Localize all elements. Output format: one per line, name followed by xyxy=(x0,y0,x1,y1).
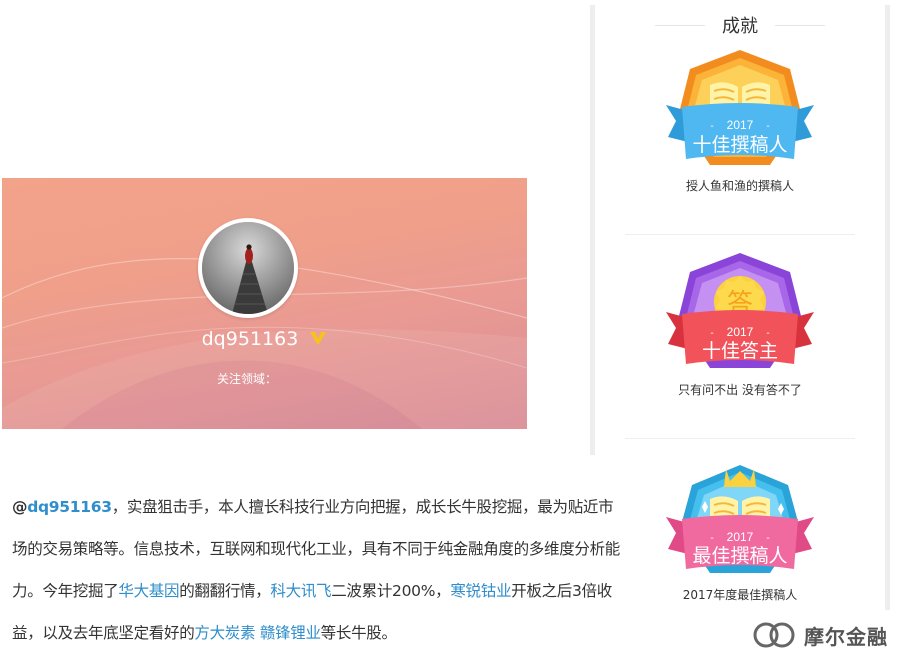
badge-year: 2017 xyxy=(727,530,754,544)
watermark-logo-icon xyxy=(753,622,795,648)
verified-icon xyxy=(309,329,327,349)
crown-book-badge-icon: 2017 - - 最佳撰稿人 xyxy=(666,465,814,573)
badge-caption: 授人鱼和渔的撰稿人 xyxy=(685,179,794,193)
badge-ribbon-text: 最佳撰稿人 xyxy=(692,545,787,567)
bio-segment: 二波累计200%， xyxy=(331,582,451,600)
badge-year: 2017 xyxy=(727,325,754,339)
badge-separator xyxy=(625,234,855,235)
title-rule-right xyxy=(775,25,825,26)
username-row: dq951163 xyxy=(2,328,527,350)
badge-best-writer[interactable]: 2017 - - 最佳撰稿人 xyxy=(662,455,818,585)
badge-ribbon-text: 十佳撰稿人 xyxy=(692,134,787,156)
bio-segment: 等长牛股。 xyxy=(320,624,397,642)
dash-left: - xyxy=(710,328,713,339)
badge-top-writer[interactable]: 2017 - - 十佳撰稿人 xyxy=(662,47,818,177)
avatar[interactable] xyxy=(198,218,298,318)
badge-caption: 2017年度最佳撰稿人 xyxy=(682,588,798,602)
stock-link-hanrui[interactable]: 寒锐钴业 xyxy=(450,582,511,600)
badge-year: 2017 xyxy=(727,118,754,132)
focus-areas-label: 关注领域： xyxy=(216,372,277,386)
stock-link-keda[interactable]: 科大讯飞 xyxy=(270,582,331,600)
achievements-header: 成就 xyxy=(655,10,825,40)
username[interactable]: dq951163 xyxy=(202,328,299,350)
dash-left: - xyxy=(710,533,713,544)
book-badge-icon: 2017 - - 十佳撰稿人 xyxy=(666,50,814,165)
watermark: 摩尔金融 xyxy=(752,620,888,650)
stock-link-ganfeng[interactable]: 赣锋锂业 xyxy=(260,624,321,642)
panel-right-border xyxy=(885,5,890,610)
bio-segment: 的翻翻行情， xyxy=(179,582,271,600)
dash-left: - xyxy=(710,121,713,132)
answer-badge-icon: 答 2017 - - 十佳答主 xyxy=(666,253,814,368)
mention-at: @ xyxy=(12,498,28,516)
dash-right: - xyxy=(766,328,769,339)
badge-caption: 只有问不出 没有答不了 xyxy=(678,383,802,397)
avatar-image xyxy=(202,222,294,314)
badge-ribbon-text: 十佳答主 xyxy=(702,340,778,362)
profile-banner: dq951163 关注领域： xyxy=(2,178,527,429)
bio-handle-link[interactable]: dq951163 xyxy=(27,498,112,516)
badge-separator xyxy=(625,438,855,439)
stock-link-fangda[interactable]: 方大炭素 xyxy=(194,624,255,642)
dash-right: - xyxy=(766,121,769,132)
dash-right: - xyxy=(766,533,769,544)
stock-link-huada[interactable]: 华大基因 xyxy=(118,582,179,600)
watermark-text: 摩尔金融 xyxy=(804,624,888,649)
panel-left-border xyxy=(590,5,595,455)
bio-text: @dq951163，实盘狙击手，本人擅长科技行业方向把握，成长长牛股挖掘，最为贴… xyxy=(12,486,627,654)
badge-top-answerer[interactable]: 答 2017 - - 十佳答主 xyxy=(662,250,818,380)
